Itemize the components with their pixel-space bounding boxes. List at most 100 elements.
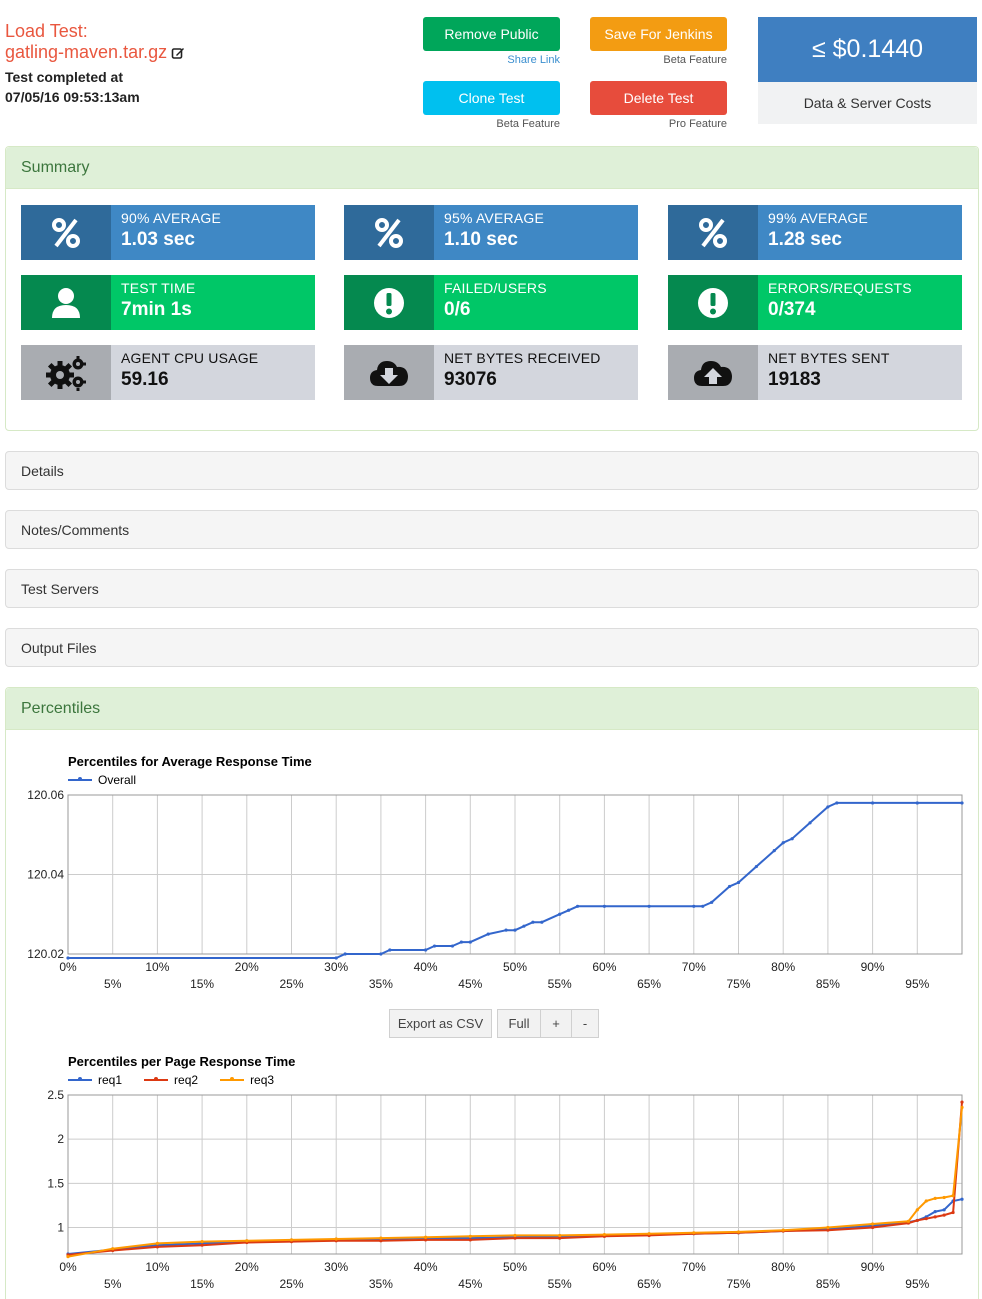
exclamation-icon [344, 275, 434, 330]
data-point [200, 1240, 204, 1244]
completed-time: 07/05/16 09:53:13am [5, 89, 140, 105]
x-tick-label: 95% [905, 977, 929, 991]
completion-info: Test completed at 07/05/16 09:53:13am [5, 67, 140, 107]
data-point [871, 801, 875, 805]
data-point [960, 1105, 964, 1109]
data-point [450, 944, 455, 948]
data-point [924, 1199, 928, 1203]
data-point [933, 1210, 937, 1214]
data-point [826, 805, 830, 809]
data-point [727, 884, 732, 889]
data-point [567, 908, 571, 912]
stat-label: AGENT CPU USAGE [121, 350, 259, 366]
x-tick-label: 30% [324, 960, 348, 974]
summary-heading[interactable]: Summary [6, 147, 978, 189]
x-tick-label: 20% [235, 1260, 259, 1274]
data-point [736, 1230, 741, 1234]
x-tick-label: 75% [726, 977, 750, 991]
x-tick-label: 55% [548, 1277, 572, 1291]
data-point [754, 864, 758, 869]
x-tick-label: 50% [503, 1260, 527, 1274]
data-point [379, 1236, 383, 1240]
chart-title: Percentiles for Average Response Time [68, 754, 312, 769]
x-tick-label: 15% [190, 1277, 214, 1291]
stat-label: FAILED/USERS [444, 280, 547, 296]
data-point [602, 1232, 607, 1237]
data-point [790, 837, 794, 841]
stat-tile-99-average: 99% AVERAGE 1.28 sec [668, 205, 962, 260]
data-point [245, 1239, 249, 1243]
data-point [66, 956, 70, 960]
cloud-upload-icon [668, 345, 758, 400]
stat-label: NET BYTES SENT [768, 350, 890, 366]
section-notes-comments[interactable]: Notes/Comments [5, 510, 979, 549]
x-tick-label: 40% [414, 960, 438, 974]
y-tick-label: 2.5 [47, 1088, 64, 1102]
stat-value: 7min 1s [121, 299, 192, 320]
cost-value: ≤ $0.1440 [758, 17, 977, 82]
save-for-jenkins-button[interactable]: Save For Jenkins [590, 17, 727, 51]
stat-value: 59.16 [121, 369, 169, 390]
stat-tile-errors-requests: ERRORS/REQUESTS 0/374 [668, 275, 962, 330]
x-tick-label: 35% [369, 1277, 393, 1291]
x-tick-label: 0% [59, 1260, 77, 1274]
section-test-servers[interactable]: Test Servers [5, 569, 979, 608]
data-point [960, 1197, 964, 1201]
data-point [504, 928, 508, 932]
data-point [647, 1232, 651, 1236]
stat-label: TEST TIME [121, 280, 196, 296]
x-tick-label: 0% [59, 960, 77, 974]
zoom-full-button[interactable]: Full [497, 1009, 540, 1038]
delete-test-note: Pro Feature [668, 118, 727, 130]
share-link[interactable]: Share Link [423, 54, 560, 66]
data-point [388, 948, 392, 952]
section-output-files[interactable]: Output Files [5, 628, 979, 667]
zoom-out-button[interactable]: - [571, 1009, 599, 1038]
data-point [933, 1196, 937, 1200]
zoom-in-button[interactable]: + [540, 1009, 571, 1038]
data-point [424, 948, 428, 952]
data-point [334, 956, 338, 960]
x-tick-label: 95% [905, 1277, 929, 1291]
data-point [924, 1217, 928, 1221]
export-csv-button[interactable]: Export as CSV [389, 1009, 492, 1038]
x-tick-label: 60% [592, 960, 616, 974]
stat-label: 95% AVERAGE [444, 210, 544, 226]
exclamation-icon [668, 275, 758, 330]
data-point [155, 1241, 159, 1245]
stat-tile-agent-cpu: AGENT CPU USAGE 59.16 [21, 345, 315, 400]
average-response-time-chart: 120.02 120.04 120.06 0% 5% 10% 15% 20% 25% 30% 35%… [27, 788, 964, 991]
user-icon [21, 275, 111, 330]
x-tick-label: 10% [145, 960, 169, 974]
x-tick-label: 65% [637, 1277, 661, 1291]
percentiles-heading[interactable]: Percentiles [6, 688, 978, 730]
x-tick-label: 85% [816, 977, 840, 991]
data-point [915, 1218, 919, 1223]
data-point [951, 1210, 955, 1215]
data-point [155, 1245, 159, 1249]
stat-value: 1.03 sec [121, 229, 195, 250]
delete-test-button[interactable]: Delete Test [590, 81, 727, 115]
title-prefix: Load Test: [5, 21, 88, 41]
stat-tile-failed-users: FAILED/USERS 0/6 [344, 275, 638, 330]
chart-title: Percentiles per Page Response Time [68, 1054, 296, 1069]
stat-value: 1.10 sec [444, 229, 518, 250]
data-point [710, 900, 714, 904]
data-point [906, 1219, 910, 1223]
x-tick-label: 85% [816, 1277, 840, 1291]
data-point [602, 904, 607, 908]
section-details[interactable]: Details [5, 451, 979, 490]
x-tick-label: 45% [458, 977, 482, 991]
page-title: Load Test: gatling-maven.tar.gz [5, 21, 185, 63]
remove-public-button[interactable]: Remove Public [423, 17, 560, 51]
clone-test-button[interactable]: Clone Test [423, 81, 560, 115]
x-tick-label: 30% [324, 1260, 348, 1274]
edit-icon[interactable] [171, 44, 185, 59]
data-point [808, 821, 812, 825]
x-tick-label: 80% [771, 960, 795, 974]
page-response-time-chart: 1 1.5 2 2.5 0% 5% 10% 15% 20% 25% 30% 35% 40% 45% 50% 5… [47, 1088, 964, 1291]
data-point [781, 841, 785, 845]
completed-label: Test completed at [5, 69, 123, 85]
stat-value: 0/6 [444, 299, 471, 320]
data-point [468, 1234, 472, 1238]
